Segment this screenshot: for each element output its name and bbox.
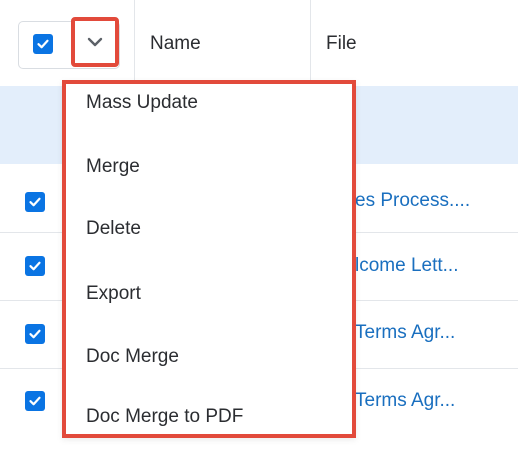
menu-item-export[interactable]: Export <box>86 283 141 305</box>
checkmark-icon <box>37 39 49 49</box>
menu-item-mass-update[interactable]: Mass Update <box>86 92 198 114</box>
column-divider <box>310 0 311 86</box>
column-divider <box>134 0 135 86</box>
select-all-checkbox[interactable] <box>33 34 53 54</box>
checkmark-icon <box>29 329 41 339</box>
mass-actions-menu: Mass Update Merge Delete Export Doc Merg… <box>62 80 356 438</box>
row-file-link[interactable]: Terms Agr... <box>355 322 455 344</box>
menu-item-doc-merge-to-pdf[interactable]: Doc Merge to PDF <box>86 406 243 428</box>
row-file-link[interactable]: Terms Agr... <box>355 390 455 412</box>
menu-item-delete[interactable]: Delete <box>86 218 141 240</box>
mass-actions-dropdown-button[interactable] <box>71 17 119 67</box>
row-file-link[interactable]: es Process.... <box>355 190 470 212</box>
menu-item-doc-merge[interactable]: Doc Merge <box>86 346 179 368</box>
row-checkbox[interactable] <box>25 391 45 411</box>
column-header-file[interactable]: File <box>326 33 357 55</box>
chevron-down-icon <box>87 37 103 47</box>
row-checkbox[interactable] <box>25 256 45 276</box>
column-header-name[interactable]: Name <box>150 33 201 55</box>
checkmark-icon <box>29 197 41 207</box>
row-file-link[interactable]: lcome Lett... <box>355 255 459 277</box>
row-checkbox[interactable] <box>25 324 45 344</box>
row-checkbox[interactable] <box>25 192 45 212</box>
menu-item-merge[interactable]: Merge <box>86 156 140 178</box>
checkmark-icon <box>29 396 41 406</box>
checkmark-icon <box>29 261 41 271</box>
